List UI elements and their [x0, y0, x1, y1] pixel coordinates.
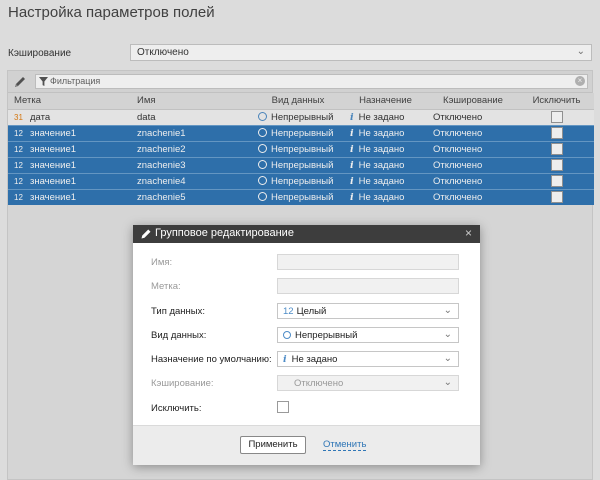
chevron-down-icon: ⌄ [443, 353, 452, 364]
group-edit-dialog: Групповое редактирование × Имя: Метка: Т… [133, 225, 480, 465]
chevron-down-icon: ⌄ [443, 305, 452, 316]
name-field [277, 254, 459, 270]
data-type-select[interactable]: 12 Целый ⌄ [277, 303, 459, 319]
cancel-link[interactable]: Отменить [323, 440, 367, 451]
label-label: Метка: [151, 281, 181, 292]
label-field [277, 278, 459, 294]
dialog-header: Групповое редактирование × [133, 225, 480, 243]
default-purpose-label: Назначение по умолчанию: [151, 354, 272, 365]
caching-dialog-value: Отключено [294, 378, 344, 389]
caching-dialog-select: Отключено ⌄ [277, 375, 459, 391]
dialog-footer: Применить Отменить [133, 425, 480, 465]
info-icon: i [283, 354, 287, 365]
pencil-icon [141, 229, 151, 239]
data-kind-value: Непрерывный [295, 330, 358, 341]
dialog-title: Групповое редактирование [155, 227, 294, 239]
chevron-down-icon: ⌄ [443, 329, 452, 340]
chevron-down-icon: ⌄ [443, 377, 452, 388]
default-purpose-value: Не задано [291, 354, 338, 365]
data-type-label: Тип данных: [151, 306, 206, 317]
data-kind-label: Вид данных: [151, 330, 207, 341]
caching-dialog-label: Кэширование: [151, 378, 214, 389]
number-type-icon: 12 [283, 306, 294, 317]
name-label: Имя: [151, 257, 173, 268]
apply-button[interactable]: Применить [240, 436, 306, 454]
close-icon[interactable]: × [465, 226, 472, 240]
continuous-icon [283, 331, 291, 339]
exclude-checkbox[interactable] [277, 401, 289, 413]
exclude-label: Исключить: [151, 403, 202, 414]
default-purpose-select[interactable]: i Не задано ⌄ [277, 351, 459, 367]
data-type-value: Целый [296, 306, 327, 317]
data-kind-select[interactable]: Непрерывный ⌄ [277, 327, 459, 343]
